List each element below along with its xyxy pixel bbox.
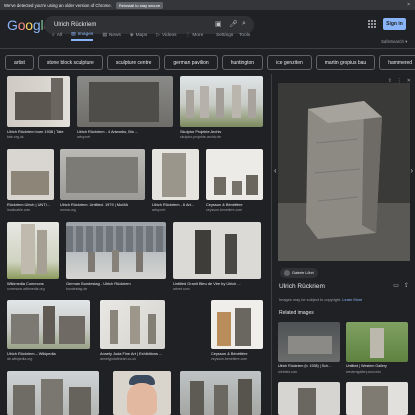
tab-images[interactable]: ▨ Images: [71, 29, 94, 41]
image-result[interactable]: Wikimedia Commons commons.wikimedia.org: [7, 222, 59, 294]
related-image[interactable]: Untitled | Western Gallery westerngaller…: [346, 322, 408, 378]
preview-image[interactable]: [278, 83, 410, 261]
chip[interactable]: hammered: [379, 55, 415, 70]
sign-in-button[interactable]: Sign in: [383, 18, 406, 30]
image-result[interactable]: Ulrich Rückriem – Wikipedia de.wikipedia…: [7, 300, 90, 364]
search-icon[interactable]: ⌕: [242, 20, 246, 28]
image-result[interactable]: Ulrich Rückriem born 1938 | Tate tate.or…: [7, 76, 70, 140]
image-result[interactable]: Ulrich Rückriem. Untitled. 1979 | MoMA m…: [60, 149, 145, 213]
outdated-browser-banner: We've detected you're using an older ver…: [0, 0, 415, 10]
share-icon[interactable]: ⇪: [404, 282, 409, 289]
image-icon: ▨: [71, 31, 76, 37]
tab-news[interactable]: ▤ News: [102, 29, 121, 41]
image-result[interactable]: Ceysson & Bénétière ceysson-benetiere.co…: [206, 149, 263, 213]
news-icon: ▤: [102, 32, 107, 38]
more-icon: ⋮: [185, 32, 191, 38]
preview-title[interactable]: Ulrich Rückriem: [279, 283, 325, 290]
image-result[interactable]: Ceysson & Bénétière ceysson-benetiere.co…: [211, 300, 263, 364]
microphone-icon[interactable]: 🎤︎: [229, 20, 238, 28]
related-images-heading: Related images: [279, 310, 314, 316]
image-preview-panel: ⇪ ⋮ ✕ ‹ › Galerie Löhrl Ulrich Rückriem …: [271, 74, 415, 415]
safesearch-toggle[interactable]: SafeSearch ▾: [381, 39, 407, 45]
video-icon: ▷: [156, 32, 160, 38]
header-divider: [0, 48, 415, 49]
image-result[interactable]: Skulptur Projekte Archiv skulptur-projek…: [180, 76, 263, 140]
tab-videos[interactable]: ▷ Videos: [156, 29, 176, 41]
bookmark-icon[interactable]: ▭: [393, 282, 399, 289]
settings-link[interactable]: Settings: [216, 29, 233, 41]
search-input[interactable]: Ulrich Rückriem: [54, 22, 96, 28]
source-chip[interactable]: Galerie Löhrl: [280, 268, 318, 278]
image-result[interactable]: Untitled Granit Bleu de Vire by Ulrich .…: [173, 222, 261, 294]
image-result[interactable]: Ulrich Rückriem - 6 Art... artsy.net: [152, 149, 199, 213]
image-result[interactable]: Rückriem Ulrich | UNTI... invaluable.com: [7, 149, 54, 213]
banner-message: We've detected you're using an older ver…: [4, 2, 112, 8]
tools-link[interactable]: Tools: [239, 29, 250, 41]
copyright-notice: Images may be subject to copyright. Lear…: [279, 297, 363, 302]
learn-more-link[interactable]: Learn More: [342, 297, 362, 302]
refinement-chips: artist stone block sculpture sculpture c…: [5, 55, 415, 71]
stone-block-image: [278, 83, 410, 261]
site-favicon-icon: [284, 270, 290, 276]
tab-more[interactable]: ⋮ More: [186, 29, 204, 41]
chip[interactable]: ice genziten: [267, 55, 312, 70]
previous-arrow-icon[interactable]: ‹: [274, 166, 277, 175]
chip[interactable]: artist: [5, 55, 34, 70]
chip[interactable]: german pavilion: [164, 55, 218, 70]
image-result[interactable]: German Bundestag - Ulrich Rückriem bunde…: [66, 222, 166, 294]
close-banner-icon[interactable]: ×: [407, 2, 410, 8]
chip[interactable]: sculpture centre: [106, 55, 161, 70]
image-result[interactable]: [7, 371, 99, 415]
chip[interactable]: stone block sculpture: [37, 55, 103, 70]
tab-maps[interactable]: ◈ Maps: [130, 29, 147, 41]
image-result[interactable]: [113, 371, 171, 415]
related-image[interactable]: Ulrich Rückriem (b. 1938) | Sch... chris…: [278, 322, 340, 378]
image-result[interactable]: [180, 371, 261, 415]
reinstall-button[interactable]: Reinstall to stay secure: [115, 1, 164, 9]
source-label: Galerie Löhrl: [292, 271, 314, 275]
related-image[interactable]: [278, 382, 340, 415]
image-results-grid: Ulrich Rückriem born 1938 | Tate tate.or…: [0, 74, 268, 415]
chip[interactable]: huntington: [221, 55, 264, 70]
camera-icon[interactable]: ▣: [215, 20, 222, 28]
search-icon: ⌕: [52, 33, 55, 38]
chip[interactable]: martin gropius bau: [315, 55, 376, 70]
search-tabs: ⌕ All ▨ Images ▤ News ◈ Maps ▷ Videos ⋮ More: [52, 29, 212, 41]
map-icon: ◈: [129, 32, 134, 38]
preview-actions: ▭ ⇪: [393, 282, 409, 289]
next-arrow-icon[interactable]: ›: [410, 166, 413, 175]
apps-grid-icon[interactable]: [368, 20, 376, 28]
image-result[interactable]: Ulrich Rückriem - 4 Artworks, Bio ... ar…: [77, 76, 173, 140]
image-result[interactable]: Annely Juda Fine Art | Exhibitions ... a…: [100, 300, 165, 364]
tab-all[interactable]: ⌕ All: [52, 29, 62, 41]
related-image[interactable]: [346, 382, 408, 415]
